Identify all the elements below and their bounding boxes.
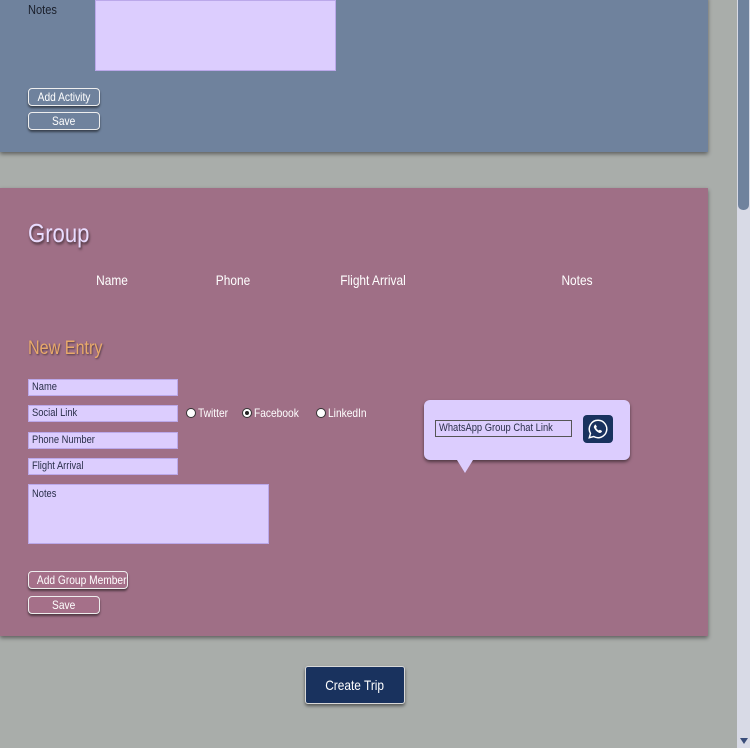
group-heading: Group [28, 218, 90, 248]
whatsapp-icon [588, 419, 608, 439]
whatsapp-button[interactable] [583, 415, 613, 443]
create-trip-button[interactable]: Create Trip [305, 666, 405, 704]
social-network-radio-group: Twitter Facebook LinkedIn [186, 406, 382, 420]
radio-twitter[interactable]: Twitter [186, 406, 233, 420]
group-notes-textarea[interactable]: Notes [28, 484, 269, 544]
phone-number-input[interactable]: Phone Number [28, 432, 178, 449]
notes-label: Notes [28, 2, 57, 17]
whatsapp-callout: WhatsApp Group Chat Link [424, 400, 630, 473]
scrollbar-thumb[interactable] [738, 0, 749, 210]
activities-panel: Notes Add Activity Save [0, 0, 708, 152]
name-input[interactable]: Name [28, 379, 178, 396]
whatsapp-link-input[interactable]: WhatsApp Group Chat Link [435, 420, 572, 437]
add-group-member-button[interactable]: Add Group Member [28, 571, 128, 589]
new-entry-heading: New Entry [28, 338, 103, 359]
radio-button-linkedin[interactable] [316, 408, 327, 418]
add-activity-button[interactable]: Add Activity [28, 88, 100, 106]
social-link-input[interactable]: Social Link [28, 405, 178, 422]
column-header-flight-arrival: Flight Arrival [340, 272, 406, 288]
radio-linkedin[interactable]: LinkedIn [316, 406, 373, 420]
group-save-button[interactable]: Save [28, 596, 100, 614]
activity-save-button[interactable]: Save [28, 112, 100, 130]
radio-label-twitter: Twitter [198, 406, 229, 420]
vertical-scrollbar[interactable] [737, 0, 750, 748]
radio-label-linkedin: LinkedIn [328, 406, 367, 420]
radio-button-facebook[interactable] [242, 408, 253, 418]
radio-button-twitter[interactable] [186, 408, 196, 418]
column-header-phone: Phone [215, 272, 251, 288]
radio-label-facebook: Facebook [254, 406, 300, 420]
column-header-notes: Notes [561, 272, 593, 288]
group-panel: Group Name Phone Flight Arrival Notes Ne… [0, 188, 708, 636]
activity-notes-textarea[interactable] [95, 0, 336, 71]
radio-facebook[interactable]: Facebook [242, 406, 307, 420]
column-header-name: Name [96, 272, 128, 288]
chevron-down-icon[interactable] [740, 738, 748, 744]
flight-arrival-input[interactable]: Flight Arrival [28, 458, 178, 475]
